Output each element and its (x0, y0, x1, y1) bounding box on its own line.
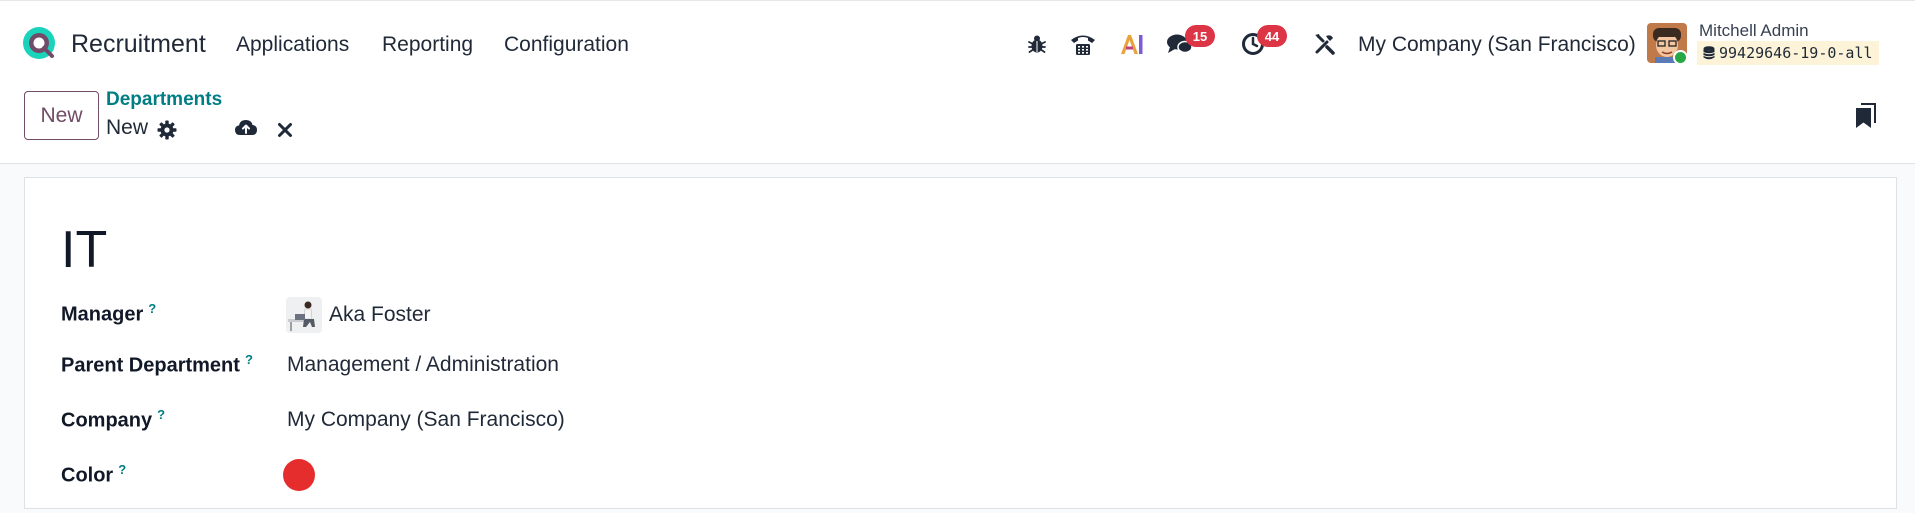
manager-value[interactable]: Aka Foster (329, 303, 431, 327)
company-value[interactable]: My Company (San Francisco) (287, 408, 565, 432)
menu-applications[interactable]: Applications (236, 33, 349, 57)
menu-reporting[interactable]: Reporting (382, 33, 473, 57)
database-icon (1703, 46, 1715, 60)
user-name[interactable]: Mitchell Admin (1699, 21, 1809, 41)
gear-icon[interactable] (155, 118, 179, 142)
manager-help-tooltip[interactable]: ? (148, 301, 156, 316)
department-name-title[interactable]: IT (61, 220, 107, 280)
top-navbar: Recruitment Applications Reporting Confi… (0, 0, 1915, 78)
breadcrumb-current: New (106, 116, 149, 139)
company-switcher[interactable]: My Company (San Francisco) (1358, 33, 1636, 57)
breadcrumb-departments[interactable]: Departments (106, 89, 222, 111)
bookmark-icon[interactable] (1853, 102, 1877, 130)
form-sheet: IT Manager? Aka Foster Parent Department… (24, 177, 1897, 509)
messages-badge: 15 (1185, 25, 1215, 47)
parent-department-help-tooltip[interactable]: ? (245, 352, 253, 367)
activities-badge: 44 (1257, 25, 1287, 47)
manager-avatar (286, 297, 322, 333)
parent-department-label-text: Parent Department (61, 354, 240, 377)
new-button[interactable]: New (24, 91, 99, 140)
tools-icon[interactable] (1311, 30, 1339, 58)
parent-department-value[interactable]: Management / Administration (287, 353, 559, 377)
manager-label-text: Manager (61, 303, 144, 326)
app-name[interactable]: Recruitment (71, 30, 206, 59)
menu-configuration[interactable]: Configuration (504, 33, 629, 57)
database-tag: 99429646-19-0-all (1697, 41, 1879, 65)
discard-close-icon[interactable] (273, 118, 297, 142)
color-picker-swatch[interactable] (283, 459, 315, 491)
color-label: Color? (61, 462, 126, 488)
manager-label: Manager? (61, 301, 156, 327)
color-label-text: Color (61, 464, 114, 487)
online-status-icon (1673, 50, 1688, 65)
control-panel: New Departments New (0, 78, 1915, 164)
bug-icon[interactable] (1023, 30, 1051, 58)
recruitment-logo-icon[interactable] (22, 26, 56, 60)
company-label-text: Company (61, 409, 153, 432)
parent-department-label: Parent Department? (61, 352, 253, 378)
ai-icon[interactable] (1118, 30, 1146, 58)
color-help-tooltip[interactable]: ? (118, 462, 126, 477)
database-name: 99429646-19-0-all (1719, 44, 1873, 62)
cloud-upload-icon[interactable] (234, 116, 258, 140)
phone-icon[interactable] (1069, 30, 1097, 58)
company-label: Company? (61, 407, 165, 433)
company-help-tooltip[interactable]: ? (157, 407, 165, 422)
